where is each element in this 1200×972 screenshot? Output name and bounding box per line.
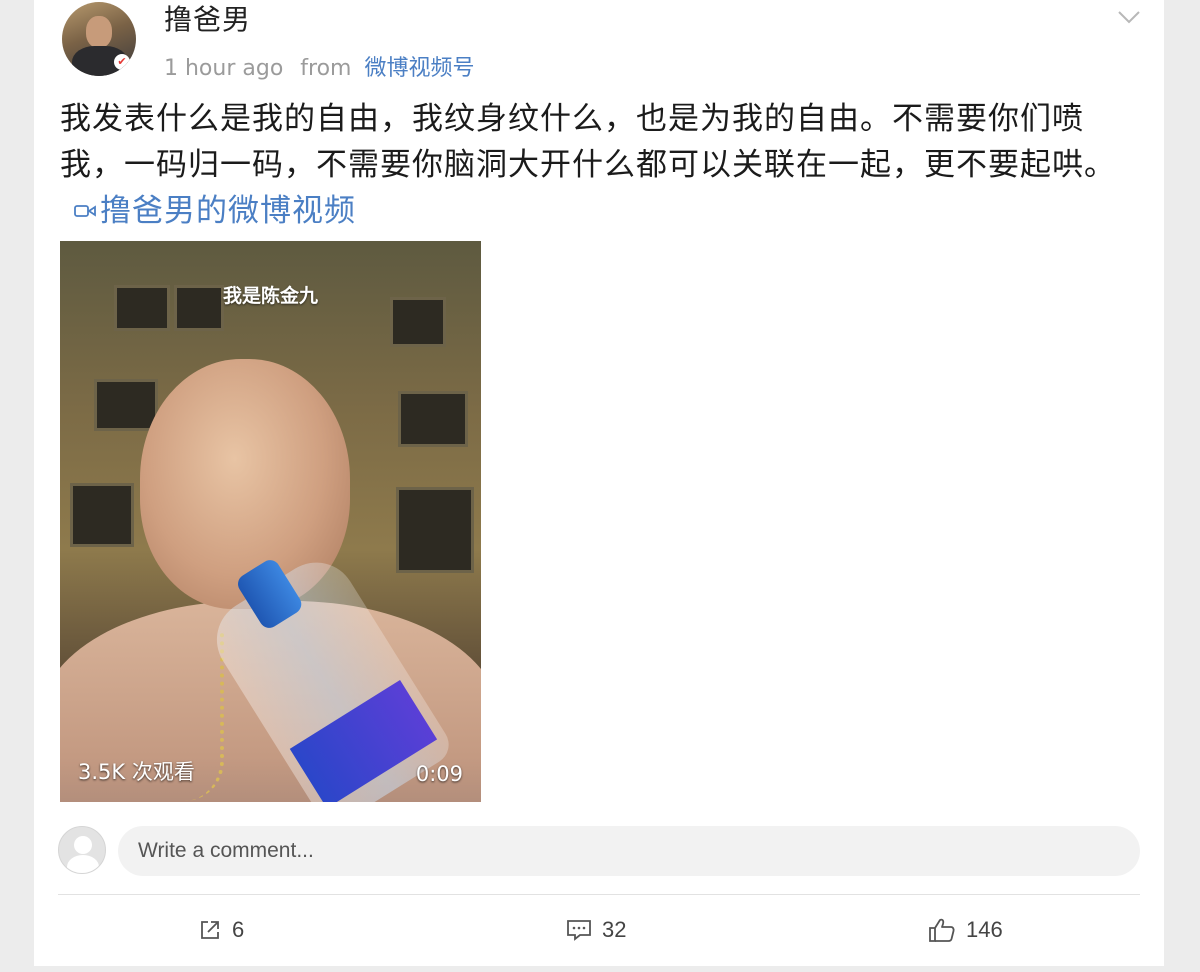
from-label: from xyxy=(300,56,352,81)
video-scene-window xyxy=(398,391,468,447)
like-count: 146 xyxy=(966,917,1003,942)
video-scene-window xyxy=(396,487,474,573)
thumbs-up-icon xyxy=(929,918,955,942)
username[interactable]: 撸爸男 xyxy=(164,0,251,38)
video-caption: 我是陈金九 xyxy=(222,285,318,307)
video-player[interactable]: 我是陈金九 3.5K 次观看 0:09 xyxy=(60,241,481,802)
video-view-count: 3.5K 次观看 xyxy=(78,760,195,784)
comment-input[interactable]: Write a comment... xyxy=(118,826,1140,876)
repost-button[interactable]: 6 xyxy=(198,912,244,948)
post-card: ✔ 撸爸男 1 hour ago from 微博视频号 我发表什么是我的自由，我… xyxy=(34,0,1164,966)
comment-button[interactable]: 32 xyxy=(566,912,626,948)
post-meta: 1 hour ago from 微博视频号 xyxy=(164,50,475,82)
comment-count: 32 xyxy=(602,917,627,942)
chevron-down-icon[interactable] xyxy=(1116,4,1142,30)
avatar-placeholder-head xyxy=(74,836,92,854)
video-link[interactable]: 撸爸男的微博视频 xyxy=(60,193,356,229)
like-button[interactable]: 146 xyxy=(928,912,1003,948)
video-scene-window xyxy=(94,379,158,431)
video-camera-icon xyxy=(74,205,96,217)
repost-icon xyxy=(201,921,219,939)
video-duration: 0:09 xyxy=(415,762,463,786)
post-time: 1 hour ago xyxy=(164,56,284,81)
commenter-avatar xyxy=(58,826,106,874)
post-text: 我发表什么是我的自由，我纹身纹什么，也是为我的自由。不需要你们喷我，一码归一码，… xyxy=(60,101,1116,183)
avatar-face xyxy=(86,16,112,48)
post-source-link[interactable]: 微博视频号 xyxy=(364,56,474,81)
actions-divider xyxy=(58,894,1140,895)
video-scene-window xyxy=(70,483,134,547)
verified-badge-icon: ✔ xyxy=(114,54,130,70)
comment-icon xyxy=(567,920,591,941)
post-body: 我发表什么是我的自由，我纹身纹什么，也是为我的自由。不需要你们喷我，一码归一码，… xyxy=(60,96,1140,234)
user-avatar[interactable]: ✔ xyxy=(62,2,136,76)
video-link-label[interactable]: 撸爸男的微博视频 xyxy=(100,193,356,229)
repost-count: 6 xyxy=(232,917,245,942)
avatar-placeholder-body xyxy=(67,855,99,873)
